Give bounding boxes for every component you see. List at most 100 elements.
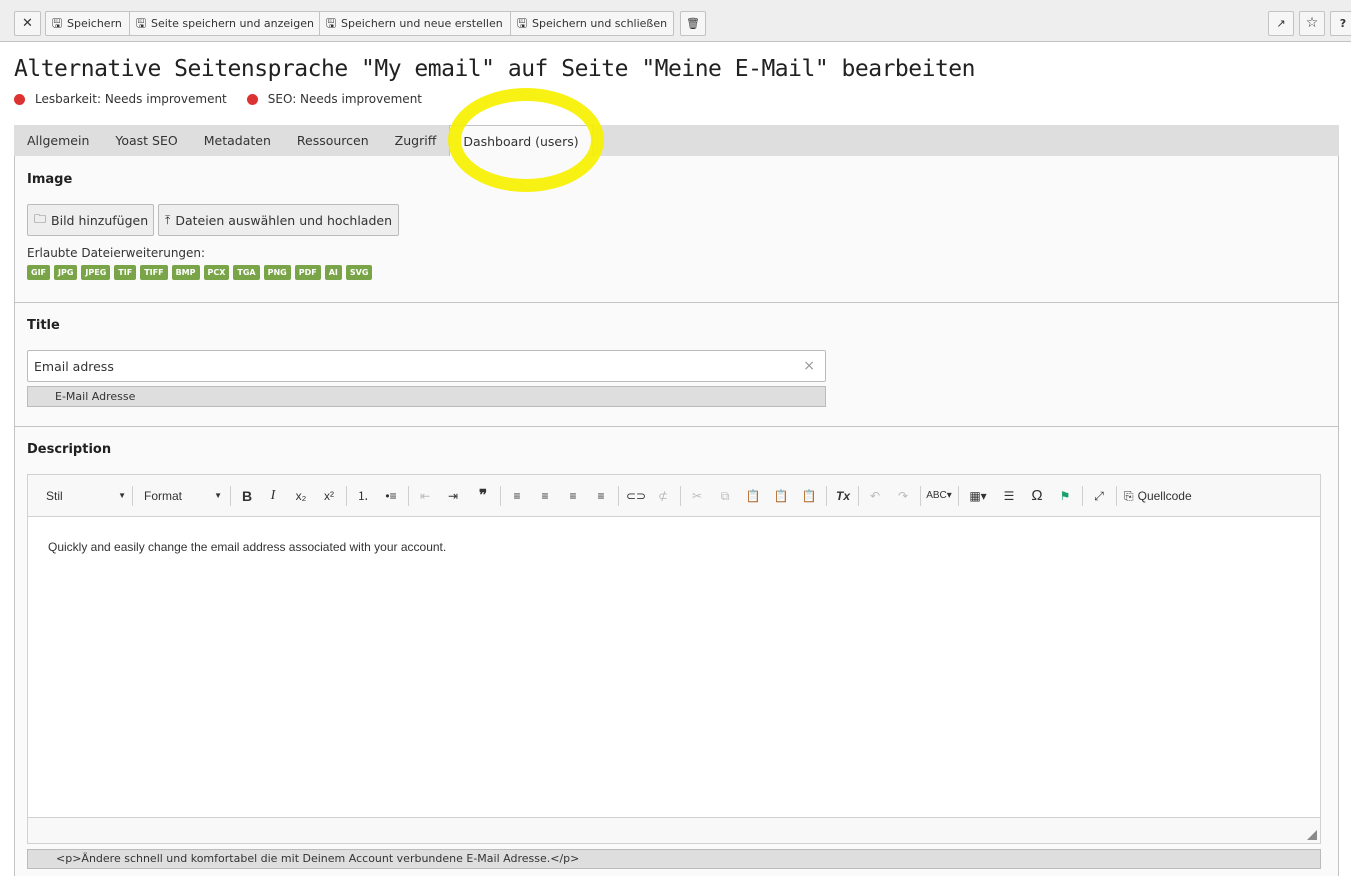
extension-badge: PCX xyxy=(203,265,230,280)
extension-badge: PDF xyxy=(294,265,321,280)
external-link-icon: ↗ xyxy=(1276,17,1286,30)
outdent-icon[interactable]: ⇤ xyxy=(416,487,434,505)
maximize-icon[interactable]: ⤢ xyxy=(1090,487,1108,505)
title-default-value: E-Mail Adresse xyxy=(27,386,826,407)
subscript-icon[interactable]: x₂ xyxy=(292,487,310,505)
resize-handle[interactable] xyxy=(1307,830,1317,840)
module-docheader: ✕ 🖫 Speichern 🖫 Seite speichern und anzeig… xyxy=(0,0,1351,42)
bookmark-button[interactable]: ☆ xyxy=(1299,11,1325,36)
close-icon: ✕ xyxy=(22,16,33,31)
extension-badges: GIF JPG JPEG TIF TIFF BMP PCX TGA PNG PDF AI SVG xyxy=(27,265,376,280)
seo-status-dot xyxy=(246,93,258,105)
upload-icon: ⤒ xyxy=(165,212,171,227)
tab-allgemein[interactable]: Allgemein xyxy=(14,125,102,156)
seo-score: SEO: Needs improvement xyxy=(246,92,422,106)
superscript-icon[interactable]: x² xyxy=(320,487,338,505)
readability-status-dot xyxy=(14,93,25,105)
toolbar-separator xyxy=(958,486,959,506)
rte-statusbar xyxy=(27,817,1321,844)
align-justify-icon[interactable]: ≡ xyxy=(592,487,610,505)
description-section-title: Description xyxy=(27,442,112,457)
image-section-title: Image xyxy=(27,172,73,187)
toolbar-separator xyxy=(680,486,681,506)
toolbar-separator xyxy=(1116,486,1117,506)
toolbar-separator xyxy=(346,486,347,506)
description-default-value: <p>Ändere schnell und komfortabel die mi… xyxy=(27,849,1321,869)
toolbar-separator xyxy=(920,486,921,506)
align-right-icon[interactable]: ≡ xyxy=(564,487,582,505)
unlink-icon[interactable]: ⊄ xyxy=(654,487,672,505)
dropdown-arrow-icon: ▼ xyxy=(118,491,126,500)
title-input[interactable]: Email adress × xyxy=(27,350,826,382)
spellcheck-icon[interactable]: ABC▾ xyxy=(926,487,952,505)
readability-score: Lesbarkeit: Needs improvement xyxy=(14,92,227,106)
bold-icon[interactable]: B xyxy=(238,487,256,505)
save-view-button[interactable]: 🖫 Seite speichern und anzeigen xyxy=(129,11,320,36)
save-button[interactable]: 🖫 Speichern xyxy=(45,11,130,36)
source-icon: ⎘ xyxy=(1124,489,1134,503)
section-divider xyxy=(15,302,1338,303)
close-button[interactable]: ✕ xyxy=(14,11,41,36)
help-icon: ? xyxy=(1339,17,1347,30)
tab-yoast-seo[interactable]: Yoast SEO xyxy=(102,125,190,156)
page-title: Alternative Seitensprache "My email" auf… xyxy=(14,56,976,82)
help-button[interactable]: ? xyxy=(1330,11,1351,36)
align-left-icon[interactable]: ≡ xyxy=(508,487,526,505)
table-icon[interactable]: ▦▾ xyxy=(964,487,992,505)
indent-icon[interactable]: ⇥ xyxy=(444,487,462,505)
toolbar-separator xyxy=(1082,486,1083,506)
align-center-icon[interactable]: ≡ xyxy=(536,487,554,505)
save-new-button[interactable]: 🖫 Speichern und neue erstellen xyxy=(319,11,511,36)
description-content: Quickly and easily change the email addr… xyxy=(48,540,447,554)
tab-ressourcen[interactable]: Ressourcen xyxy=(284,125,382,156)
open-page-button[interactable]: ↗ xyxy=(1268,11,1294,36)
rte-editor-area[interactable]: Quickly and easily change the email addr… xyxy=(27,516,1321,818)
tab-zugriff[interactable]: Zugriff xyxy=(382,125,450,156)
rte-toolbar: Stil ▼ Format ▼ B I x₂ x² ⒈ •≡ ⇤ ⇥ ❞ ≡ ≡… xyxy=(27,474,1321,517)
allowed-extensions-label: Erlaubte Dateierweiterungen: xyxy=(27,246,206,260)
save-view-icon: 🖫 xyxy=(135,16,147,30)
paste-icon[interactable]: 📋 xyxy=(744,487,762,505)
section-divider xyxy=(15,426,1338,427)
trash-icon: 🗑 xyxy=(686,17,700,30)
paste-word-icon[interactable]: 📋 xyxy=(800,487,818,505)
horizontal-rule-icon[interactable]: ☰ xyxy=(1000,487,1018,505)
toolbar-separator xyxy=(132,486,133,506)
style-dropdown[interactable]: Stil ▼ xyxy=(46,487,126,505)
redo-icon[interactable]: ↷ xyxy=(894,487,912,505)
delete-button[interactable]: 🗑 xyxy=(680,11,706,36)
extension-badge: TIF xyxy=(114,265,137,280)
link-icon[interactable]: ⊂⊃ xyxy=(626,487,646,505)
format-dropdown[interactable]: Format ▼ xyxy=(144,487,222,505)
undo-icon[interactable]: ↶ xyxy=(866,487,884,505)
anchor-flag-icon[interactable]: ⚑ xyxy=(1056,487,1074,505)
special-char-icon[interactable]: Ω xyxy=(1028,487,1046,505)
clear-icon[interactable]: × xyxy=(803,358,815,374)
save-close-icon: 🖫 xyxy=(516,16,528,30)
toolbar-separator xyxy=(500,486,501,506)
remove-format-icon[interactable]: Tx xyxy=(834,487,852,505)
toolbar-separator xyxy=(826,486,827,506)
bulleted-list-icon[interactable]: •≡ xyxy=(382,487,400,505)
tab-metadaten[interactable]: Metadaten xyxy=(191,125,284,156)
italic-icon[interactable]: I xyxy=(264,487,282,505)
add-image-button[interactable]: 🗀 Bild hinzufügen xyxy=(27,204,154,236)
upload-files-button[interactable]: ⤒ Dateien auswählen und hochladen xyxy=(158,204,399,236)
source-button[interactable]: ⎘ Quellcode xyxy=(1124,487,1204,505)
extension-badge: AI xyxy=(324,265,342,280)
tab-panel: Image 🗀 Bild hinzufügen ⤒ Dateien auswähle… xyxy=(14,156,1339,876)
blockquote-icon[interactable]: ❞ xyxy=(474,487,492,505)
extension-badge: JPG xyxy=(54,265,78,280)
toolbar-separator xyxy=(858,486,859,506)
extension-badge: BMP xyxy=(171,265,200,280)
paste-text-icon[interactable]: 📋 xyxy=(772,487,790,505)
copy-icon[interactable]: ⧉ xyxy=(716,487,734,505)
dropdown-arrow-icon: ▼ xyxy=(214,491,222,500)
save-close-button[interactable]: 🖫 Speichern und schließen xyxy=(510,11,674,36)
star-icon: ☆ xyxy=(1305,15,1319,31)
save-icon: 🖫 xyxy=(51,16,63,30)
save-button-group: 🖫 Speichern 🖫 Seite speichern und anzeigen… xyxy=(45,11,674,36)
numbered-list-icon[interactable]: ⒈ xyxy=(354,487,372,505)
cut-icon[interactable]: ✂ xyxy=(688,487,706,505)
extension-badge: TGA xyxy=(233,265,260,280)
